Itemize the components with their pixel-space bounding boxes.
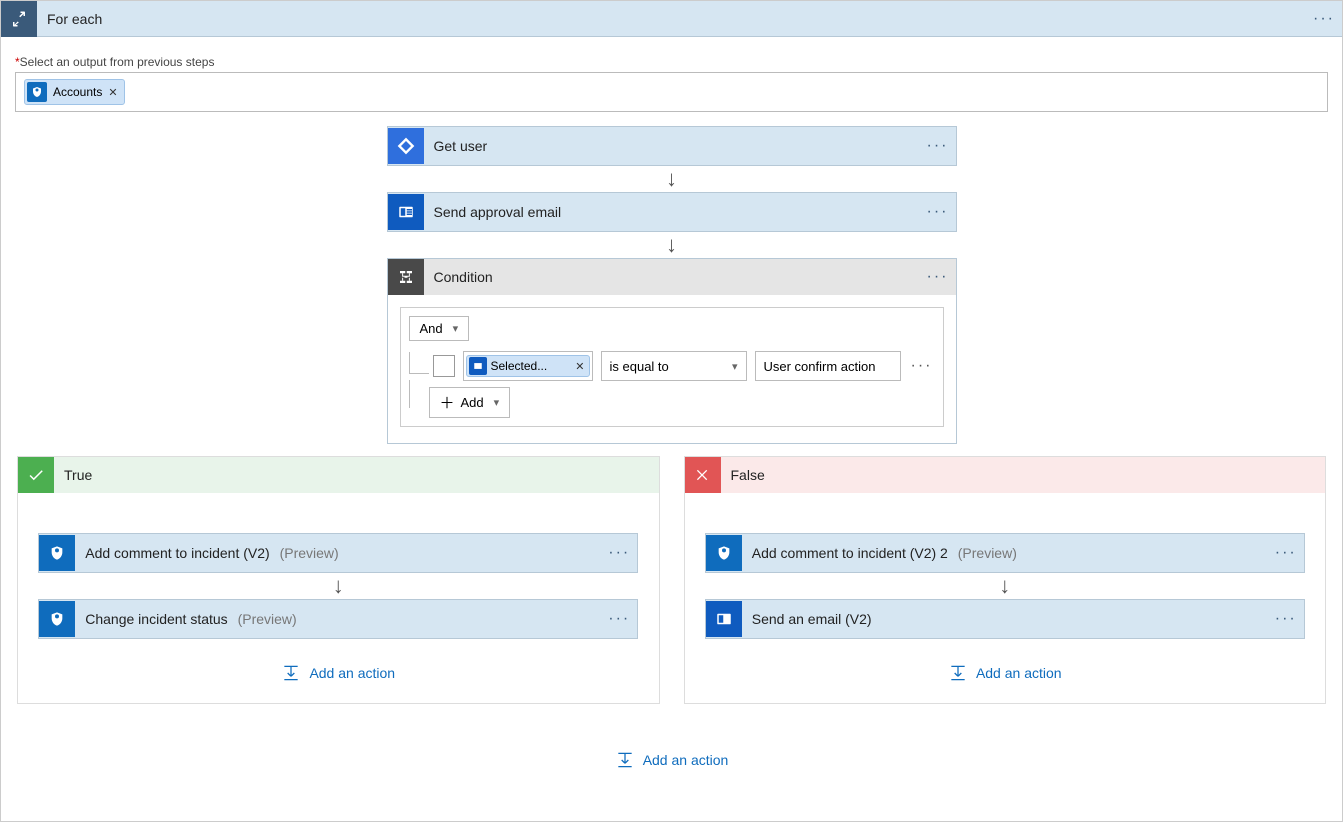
- true-branch-header[interactable]: True: [18, 457, 659, 493]
- add-action-bottom-button[interactable]: Add an action: [615, 750, 729, 770]
- step-menu-icon[interactable]: ···: [601, 610, 637, 628]
- condition-checkbox[interactable]: [433, 355, 455, 377]
- condition-row: Selected... ✕ is equal to▾ User confirm …: [409, 351, 935, 381]
- false-label: False: [721, 467, 765, 483]
- remove-token-icon[interactable]: ✕: [575, 360, 584, 373]
- azure-ad-icon: [388, 128, 424, 164]
- output-field-label: *Select an output from previous steps: [15, 55, 1328, 69]
- foreach-body: *Select an output from previous steps Ac…: [1, 37, 1342, 780]
- condition-operator-select[interactable]: is equal to▾: [601, 351, 747, 381]
- output-input[interactable]: Accounts ✕: [15, 72, 1328, 112]
- add-action-button[interactable]: Add an action: [281, 663, 395, 683]
- shield-icon: [27, 82, 47, 102]
- and-operator-button[interactable]: And▾: [409, 316, 470, 341]
- step-label: Send an email (V2): [742, 611, 1268, 627]
- outlook-icon: [469, 357, 487, 375]
- step-menu-icon[interactable]: ···: [601, 544, 637, 562]
- foreach-header[interactable]: For each ···: [1, 1, 1342, 37]
- selected-option-token: Selected... ✕: [466, 355, 590, 377]
- step-label: Add comment to incident (V2) 2 (Preview): [742, 545, 1268, 561]
- arrow-down-icon: ↓: [666, 168, 677, 190]
- condition-rhs-field[interactable]: User confirm action: [755, 351, 901, 381]
- close-icon: [685, 457, 721, 493]
- shield-icon: [39, 535, 75, 571]
- add-action-button[interactable]: Add an action: [948, 663, 1062, 683]
- step-menu-icon[interactable]: ···: [920, 137, 956, 155]
- add-condition-button[interactable]: ＋Add▾: [429, 387, 511, 418]
- step-label: Add comment to incident (V2) (Preview): [75, 545, 601, 561]
- foreach-title: For each: [37, 11, 1306, 27]
- step-menu-icon[interactable]: ···: [920, 203, 956, 221]
- condition-title: Condition: [424, 269, 920, 285]
- shield-icon: [706, 535, 742, 571]
- condition-menu-icon[interactable]: ···: [920, 268, 956, 286]
- outlook-icon: [706, 601, 742, 637]
- false-branch: False Add comment to incident (V2) 2 (Pr…: [684, 456, 1327, 704]
- condition-card: Condition ··· And▾: [387, 258, 957, 444]
- send-approval-label: Send approval email: [424, 204, 920, 220]
- add-comment-2-step[interactable]: Add comment to incident (V2) 2 (Preview)…: [705, 533, 1305, 573]
- outlook-icon: [388, 194, 424, 230]
- check-icon: [18, 457, 54, 493]
- false-branch-header[interactable]: False: [685, 457, 1326, 493]
- true-branch: True Add comment to incident (V2) (Previ…: [17, 456, 660, 704]
- send-email-step[interactable]: Send an email (V2) ···: [705, 599, 1305, 639]
- add-comment-step[interactable]: Add comment to incident (V2) (Preview) ·…: [38, 533, 638, 573]
- get-user-step[interactable]: Get user ···: [387, 126, 957, 166]
- step-label: Change incident status (Preview): [75, 611, 601, 627]
- tree-line: [409, 352, 429, 374]
- send-approval-email-step[interactable]: Send approval email ···: [387, 192, 957, 232]
- arrow-down-icon: ↓: [333, 575, 344, 597]
- get-user-label: Get user: [424, 138, 920, 154]
- accounts-token[interactable]: Accounts ✕: [24, 79, 125, 105]
- arrow-down-icon: ↓: [999, 575, 1010, 597]
- step-menu-icon[interactable]: ···: [1268, 544, 1304, 562]
- true-label: True: [54, 467, 92, 483]
- arrow-down-icon: ↓: [666, 234, 677, 256]
- foreach-container: For each ··· *Select an output from prev…: [0, 0, 1343, 822]
- condition-branches: True Add comment to incident (V2) (Previ…: [15, 444, 1328, 704]
- foreach-menu-icon[interactable]: ···: [1306, 10, 1342, 28]
- step-menu-icon[interactable]: ···: [1268, 610, 1304, 628]
- condition-lhs-field[interactable]: Selected... ✕: [463, 351, 593, 381]
- condition-header[interactable]: Condition ···: [388, 259, 956, 295]
- change-status-step[interactable]: Change incident status (Preview) ···: [38, 599, 638, 639]
- shield-icon: [39, 601, 75, 637]
- condition-icon: [388, 259, 424, 295]
- row-menu-icon[interactable]: ···: [911, 357, 933, 375]
- remove-token-icon[interactable]: ✕: [108, 86, 117, 99]
- loop-icon: [1, 1, 37, 37]
